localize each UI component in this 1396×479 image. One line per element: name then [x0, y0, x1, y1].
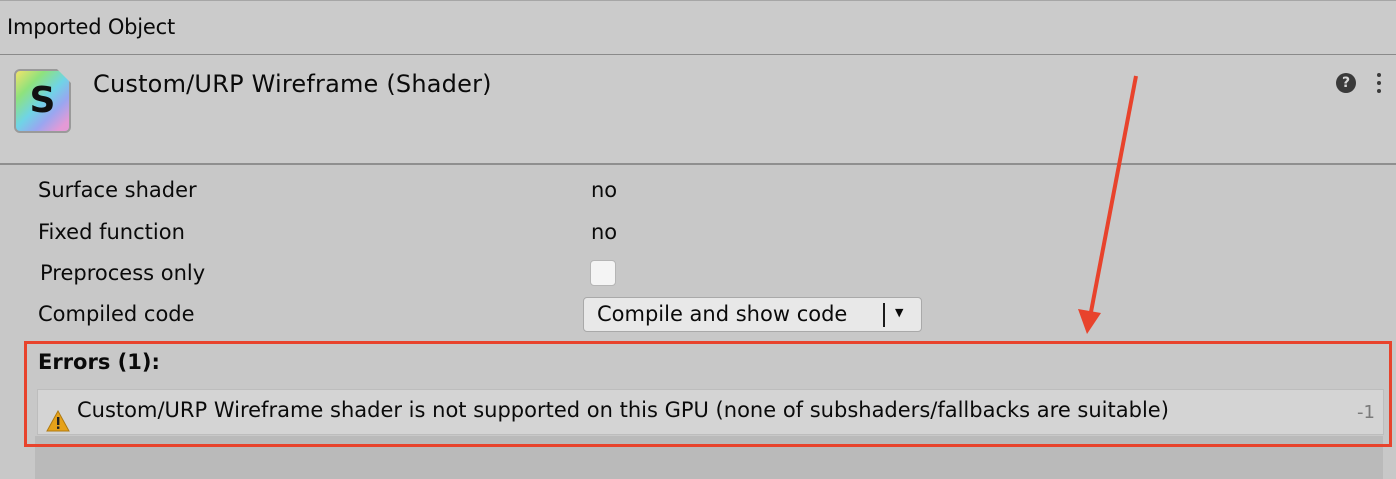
preprocess-only-checkbox[interactable]: [590, 260, 616, 286]
shader-file-icon: S: [14, 69, 71, 133]
help-icon[interactable]: ?: [1336, 73, 1356, 93]
surface-shader-value: no: [591, 178, 618, 202]
error-line-number: -1: [1357, 402, 1375, 423]
error-list-empty-area: [35, 436, 1383, 479]
dropdown-separator: [883, 303, 885, 327]
error-message: Custom/URP Wireframe shader is not suppo…: [77, 398, 1169, 422]
more-options-icon[interactable]: [1374, 73, 1384, 95]
shader-icon-letter: S: [29, 80, 56, 121]
surface-shader-label: Surface shader: [38, 178, 197, 202]
errors-heading: Errors (1):: [38, 350, 160, 374]
compiled-code-label: Compiled code: [38, 302, 195, 326]
fixed-function-label: Fixed function: [38, 220, 185, 244]
preprocess-only-label: Preprocess only: [40, 261, 206, 285]
imported-object-header: Imported Object: [0, 0, 1396, 55]
dropdown-label: Compile and show code: [597, 302, 848, 326]
error-list-item[interactable]: Custom/URP Wireframe shader is not suppo…: [37, 389, 1384, 435]
section-title: Imported Object: [7, 15, 176, 39]
compile-and-show-code-dropdown[interactable]: Compile and show code ▼: [583, 297, 922, 332]
dropdown-arrow-icon[interactable]: ▼: [895, 306, 903, 319]
object-header: S Custom/URP Wireframe (Shader) ?: [0, 55, 1396, 165]
fixed-function-value: no: [591, 220, 618, 244]
object-title: Custom/URP Wireframe (Shader): [93, 70, 492, 98]
warning-icon: [46, 410, 70, 432]
